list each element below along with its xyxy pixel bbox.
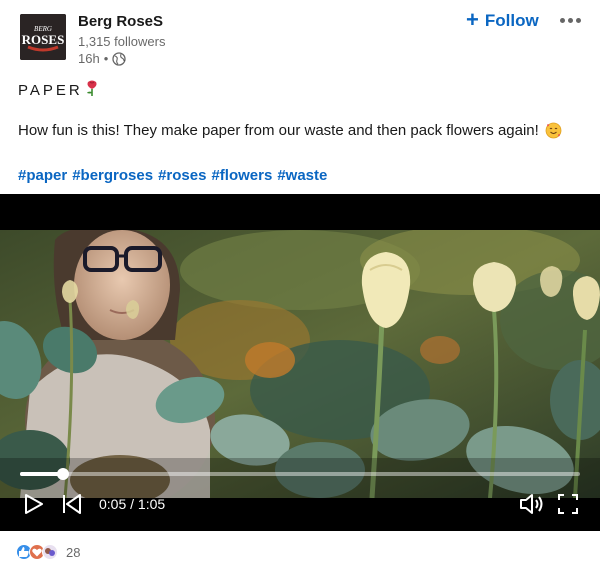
hashtag-list: #paper #bergroses #roses #flowers #waste: [18, 167, 327, 184]
video-time-display: 0:05 / 1:05: [99, 496, 166, 512]
skip-back-icon[interactable]: [62, 493, 82, 515]
reactions-summary[interactable]: 28: [16, 543, 80, 561]
follower-count: 1,315 followers: [78, 34, 166, 49]
globe-icon: [112, 51, 126, 66]
plus-icon: +: [466, 7, 479, 32]
video-progress-bar[interactable]: [20, 468, 580, 480]
volume-icon[interactable]: [519, 493, 545, 515]
post-header: BERG ROSES Berg RoseS 1,315 followers 16…: [0, 0, 600, 72]
follow-button[interactable]: + Follow: [466, 8, 539, 34]
video-controls-bar: [0, 498, 600, 531]
company-name[interactable]: Berg RoseS: [78, 13, 163, 30]
hashtag-paper[interactable]: #paper: [18, 167, 67, 184]
video-player[interactable]: 0:05 / 1:05: [0, 194, 600, 531]
insightful-reaction-icon: [42, 544, 58, 560]
hashtag-roses[interactable]: #roses: [158, 167, 206, 184]
fullscreen-icon[interactable]: [557, 493, 579, 515]
hashtag-bergroses[interactable]: #bergroses: [72, 167, 153, 184]
post-body-text: How fun is this! They make paper from ou…: [18, 122, 539, 139]
hashtag-waste[interactable]: #waste: [277, 167, 327, 184]
post-title-text: PAPER: [18, 81, 83, 99]
video-frame[interactable]: [0, 230, 600, 498]
meta-separator: •: [103, 51, 109, 66]
smiling-face-hearts-icon: [545, 122, 562, 139]
more-options-button[interactable]: [555, 10, 585, 30]
dot-icon: [567, 17, 573, 23]
post-meta: 16h •: [78, 51, 126, 66]
reaction-count[interactable]: 28: [66, 545, 80, 560]
post-title: PAPER: [18, 79, 99, 101]
post-time: 16h: [78, 51, 100, 66]
video-progress-handle[interactable]: [57, 468, 70, 480]
svg-text:ROSES: ROSES: [22, 32, 65, 47]
dot-icon: [559, 17, 565, 23]
follow-label: Follow: [484, 11, 539, 30]
play-icon[interactable]: [24, 493, 44, 515]
company-logo[interactable]: BERG ROSES: [20, 14, 66, 60]
hashtag-flowers[interactable]: #flowers: [211, 167, 272, 184]
post-body: How fun is this! They make paper from ou…: [18, 122, 562, 139]
rose-emoji-icon: [85, 79, 99, 101]
dot-icon: [575, 17, 581, 23]
